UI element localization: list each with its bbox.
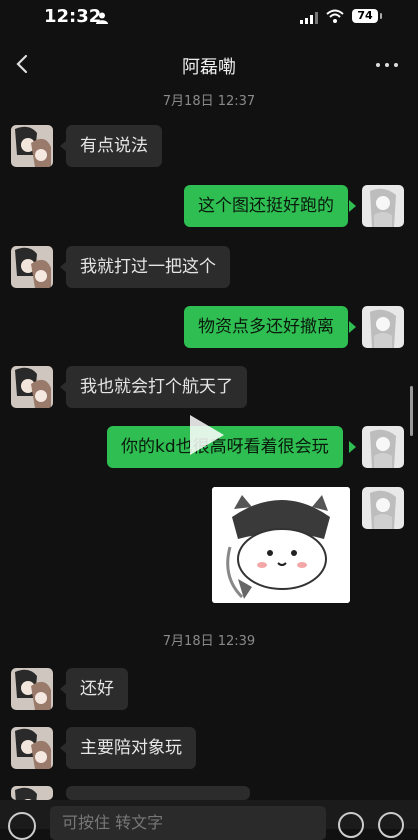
bubble-tail bbox=[349, 321, 356, 333]
signal-icon bbox=[300, 12, 318, 24]
battery-indicator: 74 bbox=[352, 9, 378, 23]
status-time: 12:32 bbox=[44, 6, 102, 27]
wifi-icon bbox=[326, 9, 344, 23]
message-input[interactable]: 可按住 转文字 bbox=[50, 806, 326, 840]
my-avatar[interactable] bbox=[362, 306, 404, 348]
timestamp: 7月18日 12:37 bbox=[162, 94, 256, 109]
contact-avatar[interactable] bbox=[11, 366, 53, 408]
contact-avatar[interactable] bbox=[11, 125, 53, 167]
plus-icon[interactable] bbox=[378, 812, 404, 838]
play-icon[interactable] bbox=[190, 415, 224, 455]
message-bubble-incoming[interactable]: 还好 bbox=[66, 668, 128, 710]
sticker-message[interactable] bbox=[212, 487, 350, 603]
bubble-tail bbox=[349, 200, 356, 212]
person-icon bbox=[96, 12, 108, 24]
message-bubble-incoming-partial[interactable] bbox=[66, 786, 250, 800]
message-bubble-incoming[interactable]: 我也就会打个航天了 bbox=[66, 366, 247, 408]
battery-cap bbox=[380, 13, 382, 19]
my-avatar[interactable] bbox=[362, 185, 404, 227]
contact-avatar[interactable] bbox=[11, 786, 53, 800]
chat-title: 阿磊嘞 bbox=[182, 57, 236, 78]
message-bubble-outgoing[interactable]: 你的kd也很高呀看着很会玩 bbox=[107, 426, 343, 468]
my-avatar[interactable] bbox=[362, 426, 404, 468]
bubble-tail bbox=[349, 441, 356, 453]
message-bubble-incoming[interactable]: 有点说法 bbox=[66, 125, 162, 167]
chat-header: 阿磊嘞 bbox=[0, 40, 418, 90]
message-bubble-incoming[interactable]: 主要陪对象玩 bbox=[66, 727, 196, 769]
message-bubble-outgoing[interactable]: 这个图还挺好跑的 bbox=[184, 185, 348, 227]
more-options-icon[interactable] bbox=[374, 56, 402, 72]
timestamp: 7月18日 12:39 bbox=[162, 634, 256, 649]
contact-avatar[interactable] bbox=[11, 246, 53, 288]
emoji-icon[interactable] bbox=[338, 812, 364, 838]
message-bubble-outgoing[interactable]: 物资点多还好撤离 bbox=[184, 306, 348, 348]
scrollbar[interactable] bbox=[410, 386, 413, 436]
contact-avatar[interactable] bbox=[11, 727, 53, 769]
message-bubble-incoming[interactable]: 我就打过一把这个 bbox=[66, 246, 230, 288]
my-avatar[interactable] bbox=[362, 487, 404, 529]
contact-avatar[interactable] bbox=[11, 668, 53, 710]
status-bar: 12:32 74 bbox=[0, 0, 418, 36]
voice-input-icon[interactable] bbox=[8, 812, 36, 840]
